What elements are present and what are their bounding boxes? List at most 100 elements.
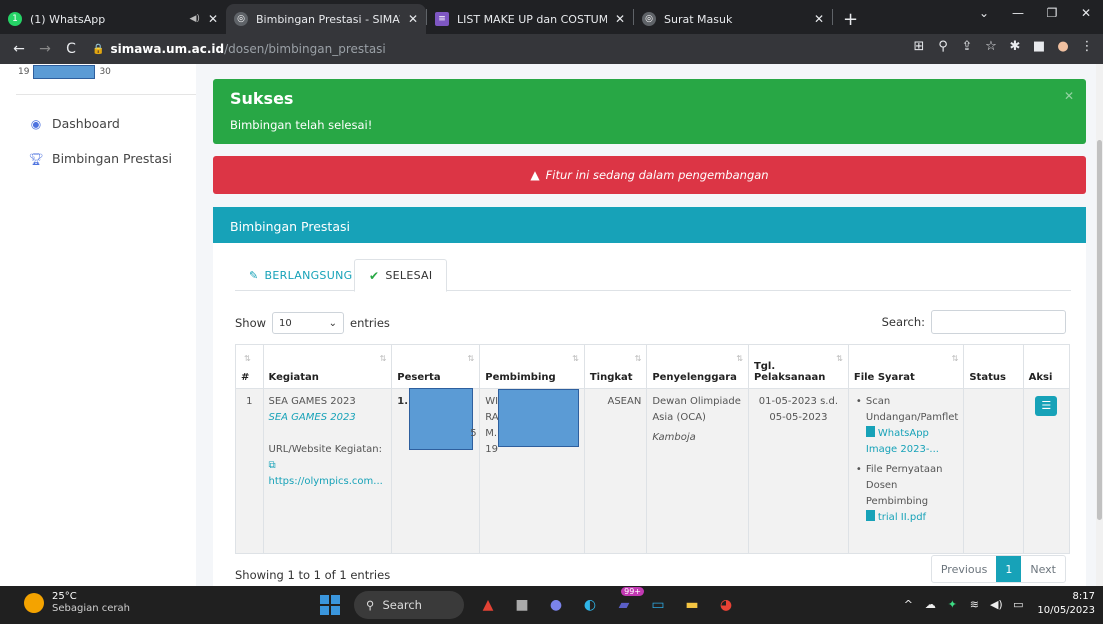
battery-icon[interactable]: ▭	[1007, 598, 1029, 611]
profile-avatar[interactable]: ●	[1051, 39, 1075, 54]
sort-icon: ⇅	[951, 354, 959, 363]
column-header[interactable]: ⇅ Kegiatan	[262, 344, 393, 389]
previous-button[interactable]: Previous	[932, 556, 996, 582]
weather-widget[interactable]: 25°C Sebagian cerah	[24, 591, 130, 615]
chat-icon[interactable]: ●	[542, 591, 570, 619]
column-header[interactable]: ⇅ Peserta	[391, 344, 481, 389]
chevron-up-icon[interactable]: ^	[897, 598, 919, 611]
reload-icon[interactable]: C	[58, 41, 84, 57]
detail-button[interactable]: ☰	[1035, 396, 1058, 416]
next-button[interactable]: Next	[1021, 556, 1065, 582]
sort-icon: ⇅	[467, 354, 475, 363]
close-icon[interactable]: ✕	[814, 12, 824, 26]
status-tabs: ✎ BERLANGSUNG ✔ SELESAI	[235, 259, 1071, 292]
url-field[interactable]: 🔒 simawa.um.ac.id/dosen/bimbingan_presta…	[92, 39, 782, 59]
column-header[interactable]: ⇅ Tgl. Pelaksanaan	[747, 344, 849, 389]
windows-start-icon[interactable]	[320, 595, 340, 615]
file-link-text: trial II.pdf	[877, 512, 927, 523]
tab-search-icon[interactable]: ⌄	[967, 0, 1001, 28]
share-icon[interactable]: ⇪	[955, 39, 979, 54]
file-link-text: WhatsApp Image 2023-...	[865, 428, 939, 455]
entries-select[interactable]: 10 ⌄	[272, 312, 345, 334]
clock[interactable]: 8:17 10/05/2023	[1037, 590, 1095, 618]
trophy-icon: 🏆︎	[28, 151, 44, 166]
column-label: #	[241, 372, 250, 383]
tab-list-makeup[interactable]: ≡ LIST MAKE UP dan COSTUM EPH ✕	[427, 4, 633, 34]
list-icon: ☰	[1041, 399, 1052, 412]
tab-label: SELESAI	[385, 269, 433, 282]
close-window-icon[interactable]: ✕	[1069, 0, 1103, 28]
restore-icon[interactable]: ❐	[1035, 0, 1069, 28]
cell-tgl: 01-05-2023 s.d. 05-05-2023	[747, 388, 849, 554]
column-header[interactable]: ⇅ #	[235, 344, 264, 389]
zoom-icon[interactable]: ⚲	[931, 39, 955, 54]
close-icon[interactable]: ✕	[408, 12, 418, 26]
cloud-icon[interactable]: ☁	[919, 598, 941, 611]
column-header[interactable]: Status	[963, 344, 1024, 389]
close-icon[interactable]: ✕	[1064, 89, 1074, 103]
sort-icon: ⇅	[634, 354, 642, 363]
weather-icon	[24, 593, 44, 613]
search-input[interactable]	[931, 310, 1066, 334]
column-label: Status	[969, 372, 1006, 383]
tab-title: Bimbingan Prestasi - SIMAWA DO	[256, 12, 400, 26]
site-icon: ◎	[234, 12, 248, 26]
teams-icon[interactable]: ▰ 99+	[610, 587, 644, 619]
file-label: Scan Undangan/Pamflet	[865, 396, 959, 423]
tab-selesai[interactable]: ✔ SELESAI	[354, 259, 448, 292]
page-button[interactable]: 1	[996, 556, 1022, 582]
column-header[interactable]: ⇅ Penyelenggara	[646, 344, 749, 389]
back-icon[interactable]: ←	[6, 41, 32, 57]
url-label: URL/Website Kegiatan:	[268, 444, 382, 455]
tab-berlangsung[interactable]: ✎ BERLANGSUNG	[235, 259, 366, 291]
scrollbar-thumb[interactable]	[1097, 140, 1102, 520]
whatsapp-icon: 1	[8, 12, 22, 26]
edge-icon[interactable]: ◐	[576, 591, 604, 619]
close-icon[interactable]: ✕	[208, 12, 218, 26]
chrome-icon[interactable]: ◕	[712, 591, 740, 619]
forward-icon[interactable]: →	[32, 41, 58, 57]
url-text: https://olympics.com...	[268, 476, 383, 487]
column-header[interactable]: Aksi	[1022, 344, 1071, 389]
card-title: Bimbingan Prestasi	[213, 207, 1086, 243]
close-icon[interactable]: ✕	[615, 12, 625, 26]
file-link[interactable]: trial II.pdf	[865, 510, 927, 523]
cell-tingkat: ASEAN	[583, 388, 648, 554]
file-link[interactable]: WhatsApp Image 2023-...	[865, 426, 939, 455]
minimize-icon[interactable]: —	[1001, 0, 1035, 28]
sidebar-item-dashboard[interactable]: ◉ Dashboard	[28, 116, 120, 131]
extensions-icon[interactable]: ✱	[1003, 39, 1027, 54]
kegiatan-name: SEA GAMES 2023	[268, 396, 356, 407]
window-controls: ⌄ — ❐ ✕	[967, 0, 1103, 28]
column-header[interactable]: ⇅ Tingkat	[583, 344, 648, 389]
tab-surat-masuk[interactable]: ◎ Surat Masuk ✕	[634, 4, 832, 34]
new-tab-button[interactable]: +	[833, 4, 868, 34]
acrobat-icon[interactable]: ▲	[474, 591, 502, 619]
peserta-fragment: 5	[470, 428, 477, 439]
table-row: 1 SEA GAMES 2023 SEA GAMES 2023 URL/Webs…	[235, 388, 1071, 554]
speaker-icon[interactable]: ◀)	[190, 14, 200, 24]
translate-icon[interactable]: ⊞	[907, 39, 931, 54]
menu-icon[interactable]: ⋮	[1075, 39, 1099, 54]
app-tray-icon[interactable]: ✦	[941, 598, 963, 611]
table-info: Showing 1 to 1 of 1 entries	[235, 568, 391, 582]
volume-icon[interactable]: ◀)	[985, 598, 1007, 611]
sort-icon: ⇅	[572, 354, 579, 363]
sidepanel-icon[interactable]: ■	[1027, 39, 1051, 54]
monitor-app-icon[interactable]: ▭	[644, 591, 672, 619]
file-explorer-icon[interactable]: ▬	[678, 591, 706, 619]
taskview-icon[interactable]: ■	[508, 591, 536, 619]
list-item: File Pernyataan Dosen Pembimbing trial I…	[854, 462, 958, 526]
wifi-icon[interactable]: ≋	[963, 598, 985, 611]
tab-whatsapp[interactable]: 1 (1) WhatsApp ◀) ✕	[0, 4, 226, 34]
screen: 1 (1) WhatsApp ◀) ✕ ◎ Bimbingan Prestasi…	[0, 0, 1103, 624]
sidebar-item-bimbingan-prestasi[interactable]: 🏆︎ Bimbingan Prestasi	[28, 151, 172, 166]
search-label: Search:	[881, 315, 925, 329]
kegiatan-url-link[interactable]: ⧉ https://olympics.com...	[269, 458, 387, 490]
lock-icon[interactable]: 🔒	[92, 44, 104, 55]
tab-bimbingan[interactable]: ◎ Bimbingan Prestasi - SIMAWA DO ✕	[226, 4, 426, 34]
column-header[interactable]: ⇅ File Syarat	[847, 344, 965, 389]
taskbar-search[interactable]: ⚲ Search	[354, 591, 464, 619]
bookmark-star-icon[interactable]: ☆	[979, 39, 1003, 54]
column-header[interactable]: ⇅ Pembimbing	[479, 344, 585, 389]
